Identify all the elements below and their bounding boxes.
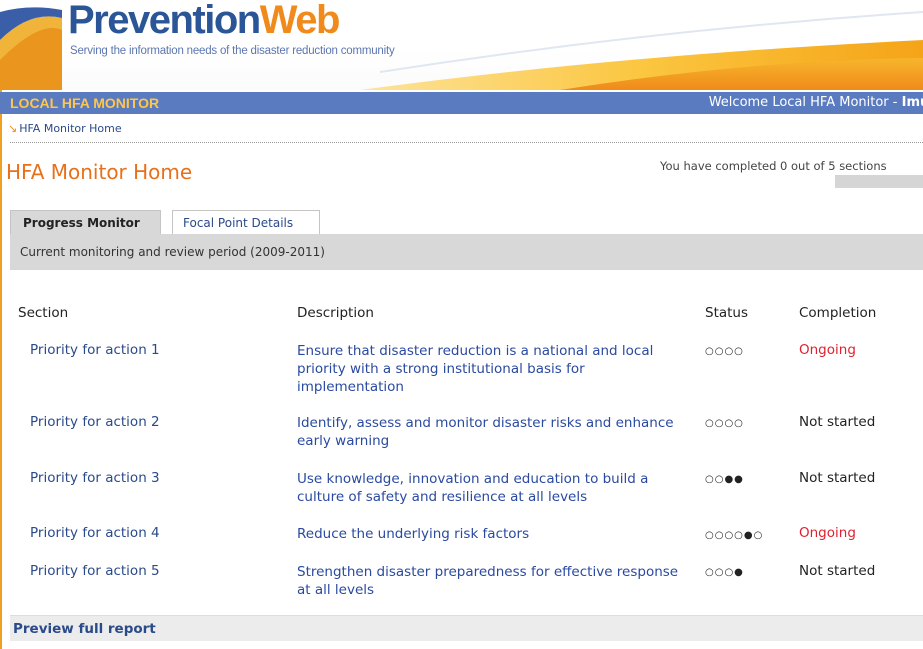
user-name: Imus	[901, 95, 923, 110]
progress-summary: You have completed 0 out of 5 sections	[660, 159, 887, 173]
footer-bar: Preview full report	[10, 615, 923, 641]
preview-full-report-link[interactable]: Preview full report	[13, 621, 156, 637]
tab-progress-monitor[interactable]: Progress Monitor	[10, 210, 161, 234]
description-link-priority-5[interactable]: Strengthen disaster preparedness for eff…	[297, 563, 692, 599]
status-indicator: ○○○○	[705, 418, 744, 429]
description-link-priority-4[interactable]: Reduce the underlying risk factors	[297, 525, 692, 543]
progress-bar	[835, 175, 923, 188]
review-period: Current monitoring and review period (20…	[10, 234, 923, 270]
completion-status: Not started	[799, 470, 876, 486]
breadcrumb-arrow-icon: ↘	[8, 122, 18, 135]
breadcrumb-home-link[interactable]: HFA Monitor Home	[19, 122, 121, 135]
status-indicator: ○○●●	[705, 474, 744, 485]
logo-tagline: Serving the information needs of the dis…	[70, 45, 395, 57]
logo-title[interactable]: PreventionWeb	[68, 0, 340, 44]
column-header-completion: Completion	[799, 305, 877, 321]
completion-status: Ongoing	[799, 525, 856, 541]
description-link-priority-1[interactable]: Ensure that disaster reduction is a nati…	[297, 342, 692, 396]
breadcrumb: ↘ HFA Monitor Home	[8, 122, 122, 135]
page-title: HFA Monitor Home	[6, 160, 193, 184]
description-link-priority-2[interactable]: Identify, assess and monitor disaster ri…	[297, 414, 692, 450]
completion-status: Ongoing	[799, 342, 856, 358]
tab-focal-point-details[interactable]: Focal Point Details	[172, 210, 320, 234]
column-header-status: Status	[705, 305, 749, 321]
section-link-priority-2[interactable]: Priority for action 2	[30, 414, 160, 430]
description-link-priority-3[interactable]: Use knowledge, innovation and education …	[297, 470, 692, 506]
status-indicator: ○○○○●○	[705, 530, 764, 541]
column-header-section: Section	[18, 305, 69, 321]
section-link-priority-1[interactable]: Priority for action 1	[30, 342, 160, 358]
header-banner: PreventionWeb Serving the information ne…	[0, 0, 923, 90]
completion-status: Not started	[799, 563, 876, 579]
welcome-message: Welcome Local HFA Monitor - Imus	[709, 92, 923, 114]
section-link-priority-3[interactable]: Priority for action 3	[30, 470, 160, 486]
status-indicator: ○○○●	[705, 567, 744, 578]
section-link-priority-4[interactable]: Priority for action 4	[30, 525, 160, 541]
monitor-bar: LOCAL HFA MONITOR Welcome Local HFA Moni…	[0, 92, 923, 114]
section-link-priority-5[interactable]: Priority for action 5	[30, 563, 160, 579]
monitor-bar-title: LOCAL HFA MONITOR	[10, 95, 160, 111]
status-indicator: ○○○○	[705, 346, 744, 357]
dotted-divider	[10, 142, 923, 143]
column-header-description: Description	[297, 305, 374, 321]
completion-status: Not started	[799, 414, 876, 430]
